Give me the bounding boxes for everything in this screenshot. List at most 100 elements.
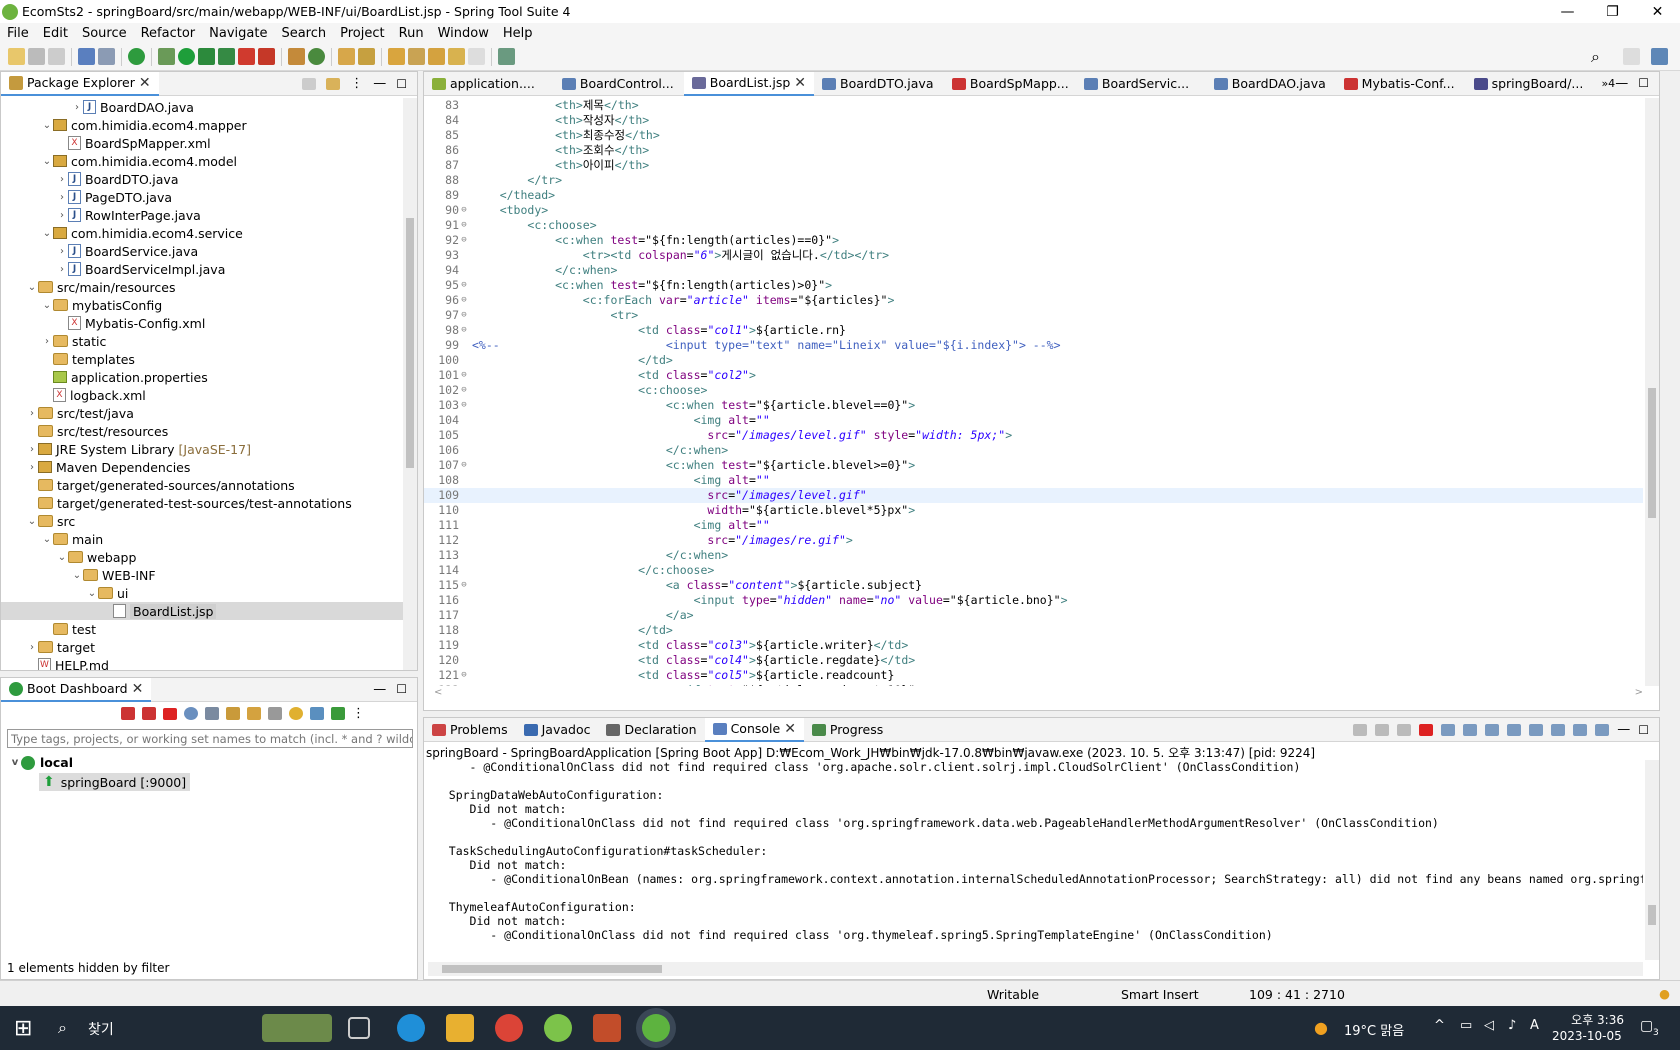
chevron-right-icon[interactable]: › (26, 462, 38, 473)
editor-tab[interactable]: BoardServic... (1076, 72, 1206, 96)
open-console-icon[interactable] (205, 707, 219, 720)
fold-toggle[interactable]: ⊖ (459, 233, 469, 248)
maximize-view-icon[interactable]: ☐ (1638, 76, 1649, 91)
fold-toggle[interactable] (459, 353, 469, 368)
open-console-icon[interactable] (1595, 723, 1610, 736)
code-line[interactable]: 91 ⊖ <c:choose> (424, 218, 1643, 233)
chevron-right-icon[interactable]: › (56, 192, 68, 203)
tree-item[interactable]: › target (1, 638, 403, 656)
code-line[interactable]: 88 </tr> (424, 173, 1643, 188)
windows-start-icon[interactable]: ⊞ (14, 1016, 32, 1041)
edit-icon[interactable] (247, 707, 261, 720)
tab-javadoc[interactable]: Javadoc (516, 718, 599, 742)
network-icon[interactable]: ▭ (1460, 1018, 1472, 1033)
debug-icon[interactable] (158, 48, 175, 65)
new-icon[interactable] (8, 48, 25, 65)
minimize-view-icon[interactable]: — (1617, 722, 1630, 737)
code-line[interactable]: 103 ⊖ <c:when test="${article.blevel==0}"… (424, 398, 1643, 413)
fold-toggle[interactable] (459, 593, 469, 608)
notification-icon[interactable]: ▢ (1640, 1018, 1653, 1034)
tab-progress[interactable]: Progress (804, 718, 891, 742)
boot-dashboard-icon[interactable] (128, 48, 145, 65)
fold-toggle[interactable] (459, 248, 469, 263)
clock-date[interactable]: 2023-10-05 (1552, 1029, 1624, 1043)
fold-toggle[interactable] (459, 548, 469, 563)
open-perspective-icon[interactable] (1623, 48, 1640, 65)
clear-console-icon[interactable] (1441, 723, 1456, 736)
tree-item[interactable]: application.properties (1, 368, 403, 386)
code-line[interactable]: 95 ⊖ <c:when test="${fn:length(articles)>… (424, 278, 1643, 293)
maximize-view-icon[interactable]: ☐ (396, 682, 407, 697)
code-line[interactable]: 119 <td class="col3">${article.writer}</… (424, 638, 1643, 653)
filter-icon[interactable] (310, 707, 324, 720)
fold-toggle[interactable]: ⊖ (459, 383, 469, 398)
minimize-button[interactable]: — (1545, 0, 1590, 23)
minimize-view-icon[interactable]: — (373, 682, 386, 697)
code-line[interactable]: 83 <th>제목</th> (424, 98, 1643, 113)
volume-icon[interactable]: ◁ (1484, 1018, 1494, 1033)
fold-toggle[interactable] (459, 473, 469, 488)
fold-toggle[interactable]: ⊖ (459, 683, 469, 686)
open-browser-icon[interactable] (184, 707, 198, 720)
next-annotation-icon[interactable] (388, 48, 405, 65)
code-line[interactable]: 87 <th>아이피</th> (424, 158, 1643, 173)
chevron-right-icon[interactable]: › (26, 408, 38, 419)
code-line[interactable]: 97 ⊖ <tr> (424, 308, 1643, 323)
tree-item[interactable]: ⌄ com.himidia.ecom4.mapper (1, 116, 403, 134)
lightbulb-icon[interactable]: ● (1659, 986, 1670, 1001)
fold-toggle[interactable] (459, 653, 469, 668)
terminate-icon[interactable] (1353, 723, 1368, 736)
menu-item-file[interactable]: File (0, 26, 36, 41)
pin-console-icon[interactable] (1551, 723, 1566, 736)
search-icon[interactable]: ⌕ (1591, 47, 1600, 67)
code-line[interactable]: 89 </thead> (424, 188, 1643, 203)
code-line[interactable]: 116 <input type="hidden" name="no" value… (424, 593, 1643, 608)
code-line[interactable]: 99 <%-- <input type="text" name="Lineix" … (424, 338, 1643, 353)
tree-item[interactable]: ⌄ ui (1, 584, 403, 602)
code-line[interactable]: 111 <img alt="" (424, 518, 1643, 533)
editor-tab[interactable]: Mybatis-Conf... (1336, 72, 1466, 96)
tree-item[interactable]: ⌄ WEB-INF (1, 566, 403, 584)
tree-item[interactable]: ⌄ mybatisConfig (1, 296, 403, 314)
code-line[interactable]: 90 ⊖ <tbody> (424, 203, 1643, 218)
fold-toggle[interactable] (459, 98, 469, 113)
menu-item-navigate[interactable]: Navigate (202, 26, 274, 41)
stop-icon[interactable] (163, 707, 177, 720)
chevron-down-icon[interactable]: ⌄ (26, 282, 38, 293)
tree-scrollbar[interactable] (403, 98, 417, 670)
console-output[interactable]: - @ConditionalOnClass did not find requi… (424, 760, 1643, 960)
tab-problems[interactable]: Problems (424, 718, 516, 742)
tree-item[interactable]: templates (1, 350, 403, 368)
fold-toggle[interactable] (459, 518, 469, 533)
coverage-icon[interactable] (198, 48, 215, 65)
code-line[interactable]: 112 src="/images/re.gif"> (424, 533, 1643, 548)
save-icon[interactable] (28, 48, 45, 65)
editor-tab[interactable]: BoardDTO.java (814, 72, 944, 96)
lightbulb-icon[interactable] (289, 707, 303, 720)
code-line[interactable]: 117 </a> (424, 608, 1643, 623)
code-line[interactable]: 85 <th>최종수정</th> (424, 128, 1643, 143)
code-line[interactable]: 104 <img alt="" (424, 413, 1643, 428)
collapse-all-icon[interactable] (302, 77, 317, 90)
taskbar-search-label[interactable]: 찾기 (88, 1019, 114, 1039)
tab-console[interactable]: Console ✕ (704, 717, 804, 742)
code-line[interactable]: 98 ⊖ <td class="col1">${article.rn} (424, 323, 1643, 338)
run-icon[interactable] (178, 48, 195, 65)
link-with-editor-icon[interactable] (326, 77, 341, 90)
tree-item[interactable]: target/generated-sources/annotations (1, 476, 403, 494)
task-view-icon[interactable] (348, 1017, 370, 1039)
menu-item-run[interactable]: Run (392, 26, 431, 41)
code-line[interactable]: 86 <th>조회수</th> (424, 143, 1643, 158)
fold-toggle[interactable]: ⊖ (459, 398, 469, 413)
remove-all-icon[interactable] (1397, 723, 1412, 736)
menu-item-help[interactable]: Help (496, 26, 540, 41)
fold-toggle[interactable] (459, 503, 469, 518)
fold-toggle[interactable] (459, 443, 469, 458)
chevron-down-icon[interactable]: ⌄ (41, 120, 53, 131)
menu-item-project[interactable]: Project (333, 26, 391, 41)
tree-item[interactable]: test (1, 620, 403, 638)
fold-toggle[interactable]: ⊖ (459, 203, 469, 218)
ime-indicator[interactable]: A (1530, 1018, 1539, 1033)
fold-toggle[interactable] (459, 188, 469, 203)
menu-item-source[interactable]: Source (75, 26, 134, 41)
